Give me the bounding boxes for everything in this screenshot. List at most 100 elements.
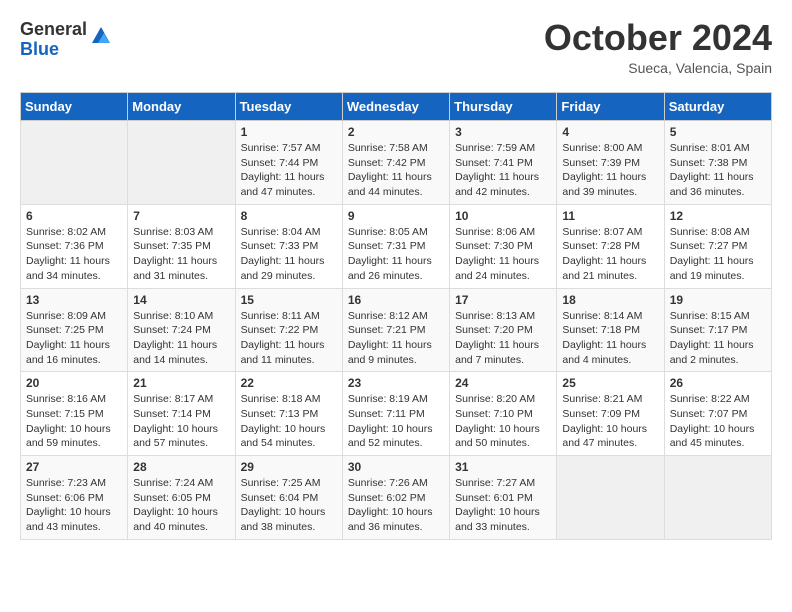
day-cell: 11 Sunrise: 8:07 AMSunset: 7:28 PMDayligh… (557, 204, 664, 288)
day-cell: 5Sunrise: 8:01 AMSunset: 7:38 PMDaylight… (664, 121, 771, 205)
header-cell-monday: Monday (128, 93, 235, 121)
day-info: Sunrise: 7:25 AMSunset: 6:04 PMDaylight:… (241, 476, 337, 535)
day-number: 21 (133, 376, 229, 390)
day-cell (128, 121, 235, 205)
day-cell (664, 456, 771, 540)
header-cell-friday: Friday (557, 93, 664, 121)
calendar-header: SundayMondayTuesdayWednesdayThursdayFrid… (21, 93, 772, 121)
day-number: 10 (455, 209, 551, 223)
day-cell: 16 Sunrise: 8:12 AMSunset: 7:21 PMDayligh… (342, 288, 449, 372)
day-info: Sunrise: 8:00 AMSunset: 7:39 PMDaylight:… (562, 141, 658, 200)
day-cell: 21 Sunrise: 8:17 AMSunset: 7:14 PMDayligh… (128, 372, 235, 456)
day-cell (557, 456, 664, 540)
header-cell-tuesday: Tuesday (235, 93, 342, 121)
day-info: Sunrise: 8:09 AMSunset: 7:25 PMDaylight:… (26, 309, 122, 368)
day-cell: 23 Sunrise: 8:19 AMSunset: 7:11 PMDayligh… (342, 372, 449, 456)
header-cell-wednesday: Wednesday (342, 93, 449, 121)
day-number: 11 (562, 209, 658, 223)
day-number: 19 (670, 293, 766, 307)
day-info: Sunrise: 8:13 AMSunset: 7:20 PMDaylight:… (455, 309, 551, 368)
day-info: Sunrise: 7:24 AMSunset: 6:05 PMDaylight:… (133, 476, 229, 535)
day-info: Sunrise: 8:21 AMSunset: 7:09 PMDaylight:… (562, 392, 658, 451)
day-info: Sunrise: 8:05 AMSunset: 7:31 PMDaylight:… (348, 225, 444, 284)
day-info: Sunrise: 7:59 AMSunset: 7:41 PMDaylight:… (455, 141, 551, 200)
day-cell: 29 Sunrise: 7:25 AMSunset: 6:04 PMDayligh… (235, 456, 342, 540)
day-info: Sunrise: 8:19 AMSunset: 7:11 PMDaylight:… (348, 392, 444, 451)
day-info: Sunrise: 7:58 AMSunset: 7:42 PMDaylight:… (348, 141, 444, 200)
day-cell: 24Sunrise: 8:20 AMSunset: 7:10 PMDayligh… (450, 372, 557, 456)
header-cell-thursday: Thursday (450, 93, 557, 121)
day-number: 17 (455, 293, 551, 307)
day-info: Sunrise: 8:22 AMSunset: 7:07 PMDaylight:… (670, 392, 766, 451)
day-number: 14 (133, 293, 229, 307)
week-row-1: 1 Sunrise: 7:57 AMSunset: 7:44 PMDaylight… (21, 121, 772, 205)
week-row-3: 13 Sunrise: 8:09 AMSunset: 7:25 PMDayligh… (21, 288, 772, 372)
day-cell: 1 Sunrise: 7:57 AMSunset: 7:44 PMDaylight… (235, 121, 342, 205)
day-number: 8 (241, 209, 337, 223)
day-number: 29 (241, 460, 337, 474)
logo-blue-text: Blue (20, 40, 87, 60)
day-cell: 12 Sunrise: 8:08 AMSunset: 7:27 PMDayligh… (664, 204, 771, 288)
day-number: 18 (562, 293, 658, 307)
day-cell: 2 Sunrise: 7:58 AMSunset: 7:42 PMDaylight… (342, 121, 449, 205)
logo: General Blue (20, 20, 112, 60)
day-number: 13 (26, 293, 122, 307)
day-info: Sunrise: 8:16 AMSunset: 7:15 PMDaylight:… (26, 392, 122, 451)
day-number: 23 (348, 376, 444, 390)
day-number: 12 (670, 209, 766, 223)
day-info: Sunrise: 8:02 AMSunset: 7:36 PMDaylight:… (26, 225, 122, 284)
day-cell: 15 Sunrise: 8:11 AMSunset: 7:22 PMDayligh… (235, 288, 342, 372)
day-cell: 18 Sunrise: 8:14 AMSunset: 7:18 PMDayligh… (557, 288, 664, 372)
day-info: Sunrise: 7:57 AMSunset: 7:44 PMDaylight:… (241, 141, 337, 200)
day-info: Sunrise: 8:17 AMSunset: 7:14 PMDaylight:… (133, 392, 229, 451)
day-info: Sunrise: 8:10 AMSunset: 7:24 PMDaylight:… (133, 309, 229, 368)
month-title: October 2024 (544, 20, 772, 56)
day-cell: 30 Sunrise: 7:26 AMSunset: 6:02 PMDayligh… (342, 456, 449, 540)
location-text: Sueca, Valencia, Spain (544, 60, 772, 76)
week-row-5: 27Sunrise: 7:23 AMSunset: 6:06 PMDayligh… (21, 456, 772, 540)
day-number: 5 (670, 125, 766, 139)
day-number: 4 (562, 125, 658, 139)
day-number: 9 (348, 209, 444, 223)
day-cell (21, 121, 128, 205)
day-info: Sunrise: 7:26 AMSunset: 6:02 PMDaylight:… (348, 476, 444, 535)
day-info: Sunrise: 8:06 AMSunset: 7:30 PMDaylight:… (455, 225, 551, 284)
day-number: 28 (133, 460, 229, 474)
day-info: Sunrise: 7:23 AMSunset: 6:06 PMDaylight:… (26, 476, 122, 535)
day-info: Sunrise: 8:15 AMSunset: 7:17 PMDaylight:… (670, 309, 766, 368)
day-number: 3 (455, 125, 551, 139)
day-info: Sunrise: 8:08 AMSunset: 7:27 PMDaylight:… (670, 225, 766, 284)
day-number: 16 (348, 293, 444, 307)
day-number: 2 (348, 125, 444, 139)
day-cell: 26 Sunrise: 8:22 AMSunset: 7:07 PMDayligh… (664, 372, 771, 456)
day-info: Sunrise: 8:12 AMSunset: 7:21 PMDaylight:… (348, 309, 444, 368)
page-header: General Blue October 2024 Sueca, Valenci… (20, 20, 772, 76)
day-number: 20 (26, 376, 122, 390)
day-info: Sunrise: 8:18 AMSunset: 7:13 PMDaylight:… (241, 392, 337, 451)
logo-general-text: General (20, 20, 87, 40)
day-number: 22 (241, 376, 337, 390)
day-number: 30 (348, 460, 444, 474)
header-cell-saturday: Saturday (664, 93, 771, 121)
day-number: 7 (133, 209, 229, 223)
day-info: Sunrise: 8:03 AMSunset: 7:35 PMDaylight:… (133, 225, 229, 284)
day-cell: 14 Sunrise: 8:10 AMSunset: 7:24 PMDayligh… (128, 288, 235, 372)
day-info: Sunrise: 8:07 AMSunset: 7:28 PMDaylight:… (562, 225, 658, 284)
day-cell: 31Sunrise: 7:27 AMSunset: 6:01 PMDayligh… (450, 456, 557, 540)
day-number: 6 (26, 209, 122, 223)
day-cell: 27Sunrise: 7:23 AMSunset: 6:06 PMDayligh… (21, 456, 128, 540)
day-cell: 8 Sunrise: 8:04 AMSunset: 7:33 PMDaylight… (235, 204, 342, 288)
day-cell: 7 Sunrise: 8:03 AMSunset: 7:35 PMDaylight… (128, 204, 235, 288)
day-number: 25 (562, 376, 658, 390)
header-row: SundayMondayTuesdayWednesdayThursdayFrid… (21, 93, 772, 121)
day-info: Sunrise: 8:04 AMSunset: 7:33 PMDaylight:… (241, 225, 337, 284)
day-info: Sunrise: 8:14 AMSunset: 7:18 PMDaylight:… (562, 309, 658, 368)
header-cell-sunday: Sunday (21, 93, 128, 121)
day-number: 26 (670, 376, 766, 390)
day-number: 1 (241, 125, 337, 139)
day-number: 15 (241, 293, 337, 307)
day-cell: 3 Sunrise: 7:59 AMSunset: 7:41 PMDaylight… (450, 121, 557, 205)
day-cell: 6 Sunrise: 8:02 AMSunset: 7:36 PMDaylight… (21, 204, 128, 288)
day-info: Sunrise: 8:11 AMSunset: 7:22 PMDaylight:… (241, 309, 337, 368)
day-cell: 17 Sunrise: 8:13 AMSunset: 7:20 PMDayligh… (450, 288, 557, 372)
